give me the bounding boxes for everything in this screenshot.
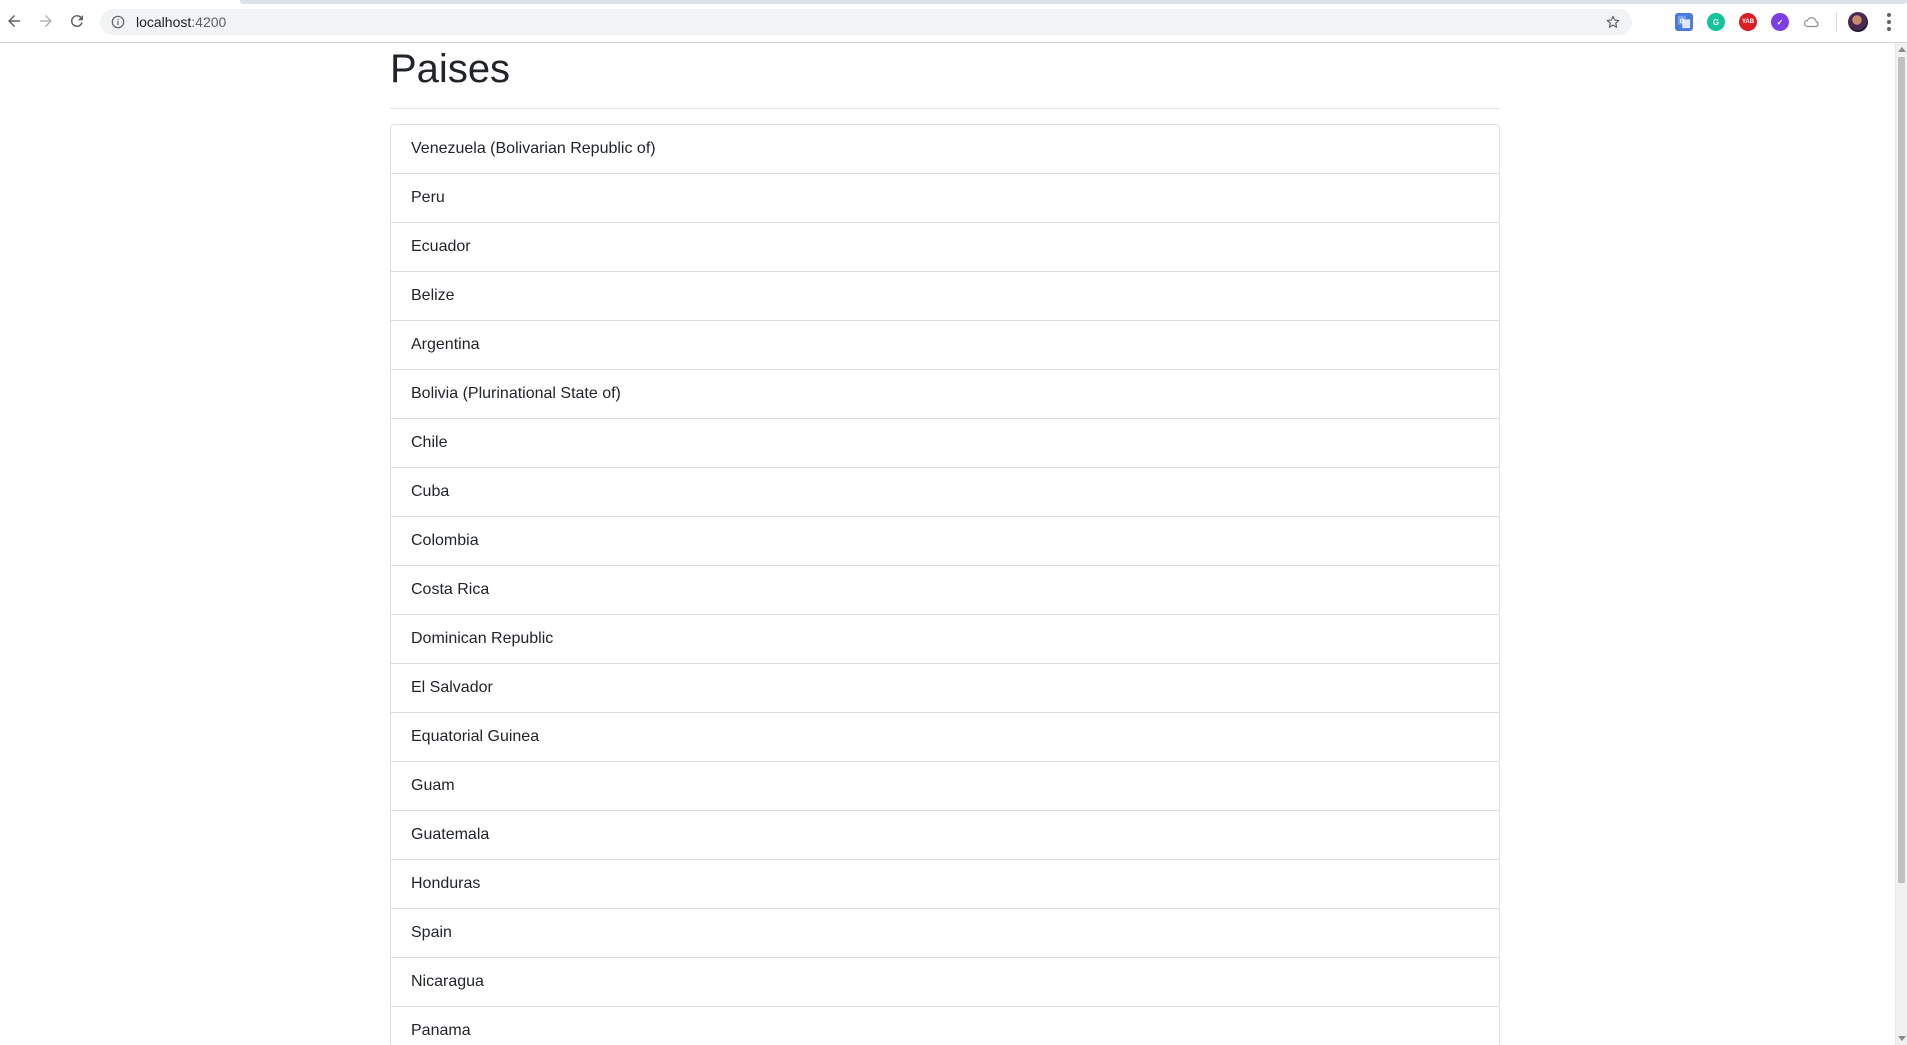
url-host: localhost [136, 14, 192, 30]
list-item: Argentina [391, 320, 1499, 369]
info-icon[interactable] [110, 14, 126, 30]
list-item: Colombia [391, 516, 1499, 565]
scroll-down-icon[interactable] [1898, 1036, 1906, 1041]
list-item: Guatemala [391, 810, 1499, 859]
forward-arrow-icon [40, 15, 52, 27]
list-item: Equatorial Guinea [391, 712, 1499, 761]
list-item: Honduras [391, 859, 1499, 908]
browser-menu-button[interactable] [1882, 12, 1896, 32]
list-item: Dominican Republic [391, 614, 1499, 663]
checkmark-extension-icon[interactable]: ✓ [1771, 13, 1789, 31]
reload-button[interactable] [66, 10, 88, 32]
back-button[interactable] [3, 10, 25, 32]
bookmark-star-icon[interactable] [1604, 13, 1622, 31]
scrollbar-thumb[interactable] [1898, 57, 1905, 883]
address-bar[interactable]: localhost:4200 [100, 9, 1632, 35]
tab-strip [240, 0, 1907, 4]
title-divider [390, 108, 1500, 109]
back-arrow-icon [8, 15, 20, 27]
url-text: localhost:4200 [136, 14, 226, 30]
list-item: Nicaragua [391, 957, 1499, 1006]
list-item: Belize [391, 271, 1499, 320]
browser-toolbar: localhost:4200 G G YAB ✓ [0, 0, 1907, 43]
list-item: Costa Rica [391, 565, 1499, 614]
url-port: :4200 [191, 14, 227, 30]
content-container: Paises Venezuela (Bolivarian Republic of… [390, 43, 1500, 1045]
google-translate-icon[interactable]: G [1675, 13, 1693, 31]
scroll-up-icon[interactable] [1898, 47, 1906, 52]
cloud-extension-icon[interactable] [1803, 13, 1821, 31]
list-item: Bolivia (Plurinational State of) [391, 369, 1499, 418]
page-title: Paises [390, 47, 511, 91]
list-item: Spain [391, 908, 1499, 957]
reload-icon [70, 15, 83, 28]
toolbar-divider [1836, 12, 1837, 32]
list-item: Chile [391, 418, 1499, 467]
grammarly-icon[interactable]: G [1707, 13, 1725, 31]
list-item: Ecuador [391, 222, 1499, 271]
yabla-icon[interactable]: YAB [1739, 13, 1757, 31]
list-item: Panama [391, 1006, 1499, 1045]
svg-text:G: G [1680, 18, 1685, 25]
list-item: Peru [391, 173, 1499, 222]
vertical-scrollbar[interactable] [1895, 43, 1907, 1045]
list-item: Venezuela (Bolivarian Republic of) [411, 140, 656, 157]
profile-avatar[interactable] [1848, 12, 1868, 32]
list-item: El Salvador [391, 663, 1499, 712]
forward-button[interactable] [35, 10, 57, 32]
page-viewport: Paises Venezuela (Bolivarian Republic of… [0, 43, 1907, 1045]
list-item: Guam [391, 761, 1499, 810]
list-item: Cuba [391, 467, 1499, 516]
country-list: Venezuela (Bolivarian Republic of) Peru Ec… [390, 124, 1500, 1045]
